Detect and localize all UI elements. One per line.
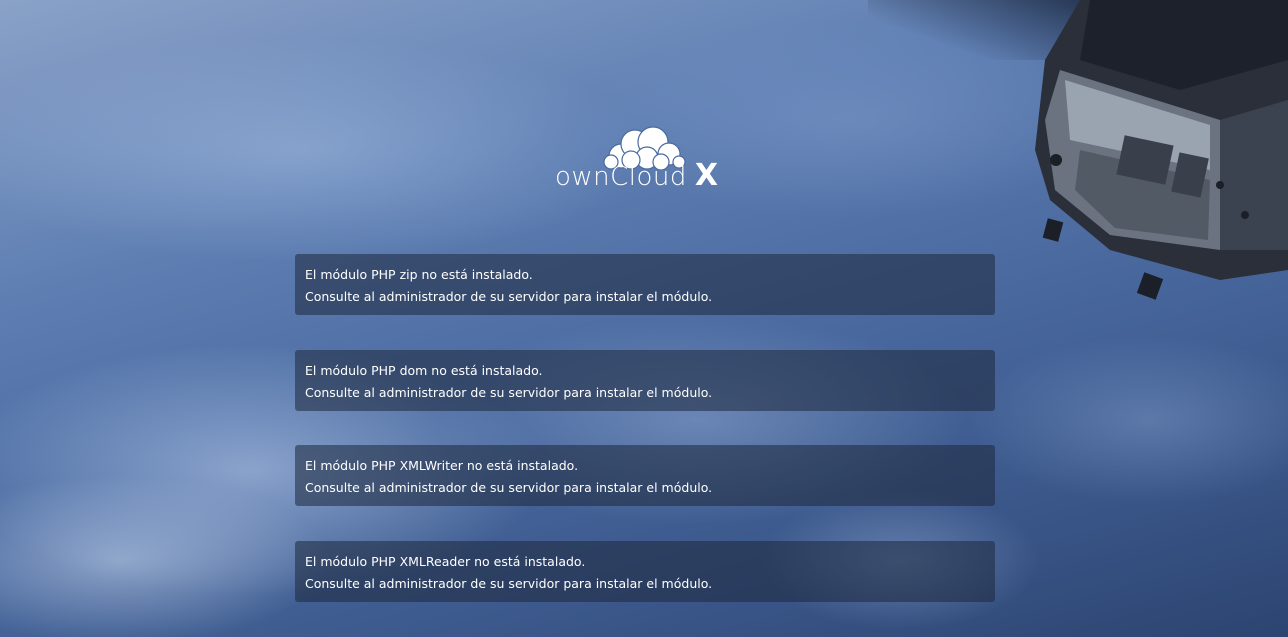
- error-message-xmlwriter: El módulo PHP XMLWriter no está instalad…: [295, 445, 995, 506]
- error-title: El módulo PHP XMLReader no está instalad…: [305, 554, 586, 569]
- error-hint: Consulte al administrador de su servidor…: [305, 480, 713, 495]
- logo-suffix: X: [694, 158, 719, 193]
- error-hint: Consulte al administrador de su servidor…: [305, 576, 713, 591]
- error-message-zip: El módulo PHP zip no está instalado. Con…: [295, 254, 995, 315]
- error-title: El módulo PHP zip no está instalado.: [305, 267, 533, 282]
- error-title: El módulo PHP XMLWriter no está instalad…: [305, 458, 579, 473]
- error-message-dom: El módulo PHP dom no está instalado. Con…: [295, 350, 995, 411]
- logo-wordmark-text: ownCloud: [555, 162, 687, 192]
- error-title: El módulo PHP dom no está instalado.: [305, 363, 543, 378]
- error-message-xmlreader: El módulo PHP XMLReader no está instalad…: [295, 541, 995, 602]
- owncloud-logo: ownCloud X: [555, 122, 735, 196]
- satellite-image: [1035, 0, 1288, 300]
- error-hint: Consulte al administrador de su servidor…: [305, 289, 713, 304]
- error-hint: Consulte al administrador de su servidor…: [305, 385, 713, 400]
- logo-wordmark: ownCloud X: [555, 158, 735, 193]
